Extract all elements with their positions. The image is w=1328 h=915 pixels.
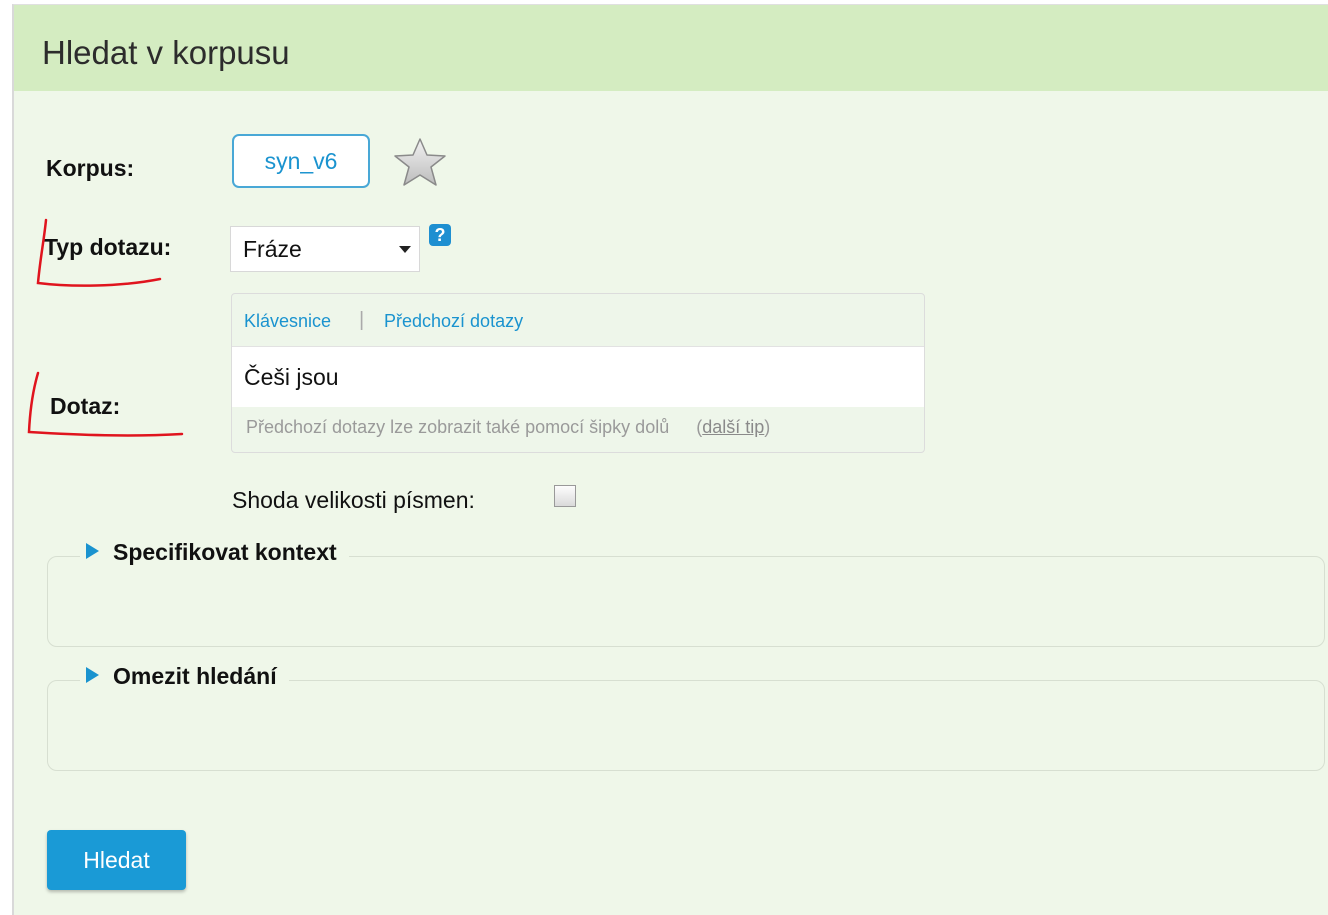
query-hint: Předchozí dotazy lze zobrazit také pomoc… xyxy=(246,417,771,437)
corpus-select-button[interactable]: syn_v6 xyxy=(232,134,370,188)
corpus-label: Korpus: xyxy=(46,155,135,181)
query-type-value: Fráze xyxy=(243,236,302,262)
query-input[interactable] xyxy=(232,347,924,407)
panel-header: Hledat v korpusu xyxy=(14,5,1328,91)
toolbar-separator: | xyxy=(359,309,365,331)
search-panel: Hledat v korpusu Korpus: syn_v6 Typ dota… xyxy=(12,4,1328,915)
query-toolbar: Klávesnice | Předchozí dotazy xyxy=(232,294,924,347)
triangle-right-icon xyxy=(86,543,99,559)
search-button[interactable]: Hledat xyxy=(47,830,186,890)
restrict-search-section: Omezit hledání xyxy=(47,663,1325,771)
triangle-right-icon xyxy=(86,667,99,683)
query-widget: Klávesnice | Předchozí dotazy Předchozí … xyxy=(231,293,925,453)
next-tip-link[interactable]: další tip xyxy=(702,417,764,437)
restrict-search-section-toggle[interactable]: Omezit hledání xyxy=(80,663,289,690)
query-hint-text: Předchozí dotazy lze zobrazit také pomoc… xyxy=(246,417,670,437)
case-sensitivity-label: Shoda velikosti písmen: xyxy=(232,487,475,513)
query-label: Dotaz: xyxy=(50,393,121,419)
restrict-search-section-label: Omezit hledání xyxy=(113,663,277,689)
keyboard-link[interactable]: Klávesnice xyxy=(244,311,331,332)
help-icon[interactable]: ? xyxy=(429,224,451,246)
star-favorite-icon[interactable] xyxy=(391,136,449,188)
context-section-label: Specifikovat kontext xyxy=(113,539,337,565)
context-section-toggle[interactable]: Specifikovat kontext xyxy=(80,539,349,566)
previous-queries-link[interactable]: Předchozí dotazy xyxy=(384,311,523,332)
query-type-select[interactable]: Fráze xyxy=(230,226,420,272)
query-type-label: Typ dotazu: xyxy=(44,234,172,260)
case-sensitivity-checkbox[interactable] xyxy=(554,485,576,507)
panel-title: Hledat v korpusu xyxy=(42,34,290,71)
chevron-down-icon xyxy=(399,246,411,253)
context-section: Specifikovat kontext xyxy=(47,539,1325,647)
